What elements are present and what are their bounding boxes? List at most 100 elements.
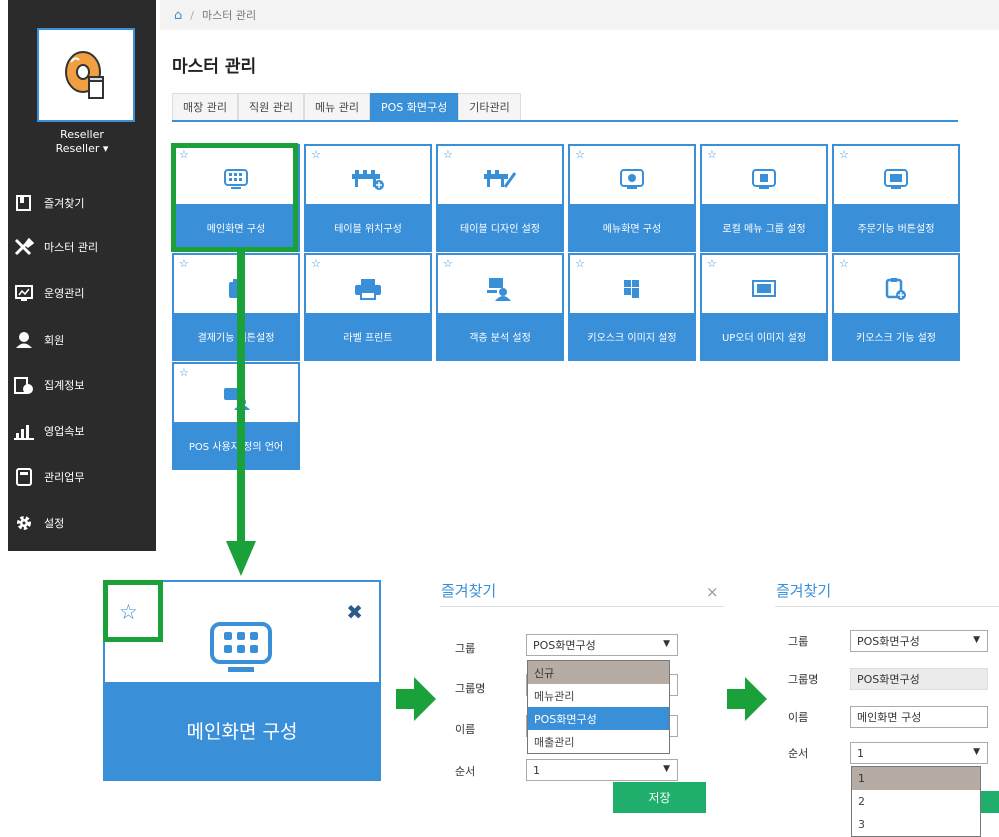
clipboard-pie-icon — [14, 375, 34, 395]
member-icon — [14, 330, 34, 350]
tile-kiosk-function[interactable]: ☆ 키오스크 기능 설정 — [832, 253, 960, 361]
tile-label: UP오더 이미지 설정 — [702, 313, 826, 359]
sidebar-item-label: 운영관리 — [44, 287, 85, 300]
tile-order-button[interactable]: ☆ 주문기능 버튼설정 — [832, 144, 960, 252]
order-button-icon — [834, 160, 958, 200]
sidebar-item-aggregate[interactable]: 집계정보 — [8, 370, 156, 400]
tab-store[interactable]: 매장 관리 — [172, 93, 238, 120]
user-role-dropdown[interactable]: Reseller ▾ — [8, 142, 156, 155]
order-select[interactable]: 1 ▼ — [526, 759, 678, 781]
tab-other[interactable]: 기타관리 — [458, 93, 521, 120]
order-select-value: 1 — [857, 746, 864, 760]
bookmark-icon — [14, 193, 34, 213]
sidebar-item-member[interactable]: 회원 — [8, 325, 156, 355]
save-button-partial[interactable] — [980, 791, 999, 813]
donut-cup-icon — [65, 51, 104, 99]
dropdown-option[interactable]: POS화면구성 — [528, 707, 669, 730]
user-name: Reseller — [60, 128, 104, 141]
tools-icon — [14, 237, 34, 257]
tile-label: 키오스크 이미지 설정 — [570, 313, 694, 359]
group-name-label: 그룹명 — [455, 682, 486, 695]
sidebar-item-label: 회원 — [44, 334, 65, 347]
group-dropdown-list: 신규 메뉴관리 POS화면구성 매출관리 — [527, 660, 670, 754]
tile-customer-analysis[interactable]: ☆ 객층 분석 설정 — [436, 253, 564, 361]
tab-pos-screen[interactable]: POS 화면구성 — [369, 93, 459, 120]
right-arrow-icon — [727, 677, 767, 721]
sidebar-item-settings[interactable]: 설정 — [8, 508, 156, 538]
chevron-down-icon: ▼ — [973, 635, 980, 645]
tile-up-order-image[interactable]: ☆ UP오더 이미지 설정 — [700, 253, 828, 361]
sidebar-item-operation[interactable]: 운영관리 — [8, 278, 156, 308]
close-icon[interactable]: × — [706, 583, 719, 601]
page-title: 마스터 관리 — [172, 57, 257, 77]
group-label: 그룹 — [455, 642, 476, 655]
sidebar-item-label: 설정 — [44, 517, 65, 530]
dialog-divider — [775, 606, 999, 607]
sidebar-item-favorites[interactable]: 즐겨찾기 — [8, 188, 156, 218]
dialog-divider — [440, 606, 724, 607]
group-select[interactable]: POS화면구성 ▼ — [850, 630, 988, 652]
group-name-value: POS화면구성 — [857, 673, 920, 686]
tile-kiosk-image[interactable]: ☆ 키오스크 이미지 설정 — [568, 253, 696, 361]
tile-label: 테이블 디자인 설정 — [438, 204, 562, 250]
sidebar-item-label: 영업속보 — [44, 425, 85, 438]
order-select-value: 1 — [533, 763, 540, 777]
name-label: 이름 — [455, 723, 476, 736]
table-design-icon — [438, 160, 562, 200]
group-name-label: 그룹명 — [788, 673, 819, 686]
sidebar-item-label: 마스터 관리 — [44, 241, 99, 254]
tile-label: 키오스크 기능 설정 — [834, 313, 958, 359]
breadcrumb: ⌂ / 마스터 관리 — [160, 0, 999, 30]
avatar[interactable] — [37, 28, 135, 122]
save-button[interactable]: 저장 — [613, 782, 706, 813]
tile-label-print[interactable]: ☆ 라벨 프린트 — [304, 253, 432, 361]
name-value: 메인화면 구성 — [857, 711, 922, 724]
up-order-image-icon — [702, 269, 826, 309]
dropdown-option[interactable]: 3 — [852, 813, 980, 836]
customer-analysis-icon — [438, 269, 562, 309]
monitor-chart-icon — [14, 283, 34, 303]
tile-label: 로컬 메뉴 그룹 설정 — [702, 204, 826, 250]
down-arrow-icon — [226, 251, 256, 576]
breadcrumb-separator: / — [190, 8, 194, 22]
right-arrow-icon — [396, 677, 436, 721]
tile-label: 라벨 프린트 — [306, 313, 430, 359]
tab-staff[interactable]: 직원 관리 — [237, 93, 304, 120]
remove-icon[interactable]: ✖ — [346, 600, 363, 624]
table-add-icon — [306, 160, 430, 200]
order-select[interactable]: 1 ▼ — [850, 742, 988, 764]
sidebar-item-label: 집계정보 — [44, 379, 85, 392]
dialog-title: 즐겨찾기 — [776, 582, 832, 600]
group-select-value: POS화면구성 — [857, 635, 920, 648]
highlight-box — [103, 580, 163, 642]
tile-label: 주문기능 버튼설정 — [834, 204, 958, 250]
name-field[interactable]: 메인화면 구성 — [850, 706, 988, 728]
tile-table-design[interactable]: ☆ 테이블 디자인 설정 — [436, 144, 564, 252]
bar-chart-icon — [14, 421, 34, 441]
tile-table-position[interactable]: ☆ 테이블 위치구성 — [304, 144, 432, 252]
tab-bar: 매장 관리 직원 관리 메뉴 관리 POS 화면구성 기타관리 — [172, 93, 958, 122]
dropdown-option[interactable]: 신규 — [528, 661, 669, 684]
order-label: 순서 — [455, 765, 476, 778]
dropdown-option[interactable]: 2 — [852, 790, 980, 813]
group-label: 그룹 — [788, 635, 809, 648]
sidebar-item-master[interactable]: 마스터 관리 — [8, 232, 156, 262]
sidebar-item-admin-work[interactable]: 관리업무 — [8, 462, 156, 492]
local-menu-icon — [702, 160, 826, 200]
tile-local-menu-group[interactable]: ☆ 로컬 메뉴 그룹 설정 — [700, 144, 828, 252]
group-name-field[interactable]: POS화면구성 — [850, 668, 988, 690]
home-icon[interactable]: ⌂ — [174, 8, 182, 23]
dialog-title: 즐겨찾기 — [441, 582, 497, 600]
chevron-down-icon: ▼ — [663, 639, 670, 649]
tile-menu-screen[interactable]: ☆ 메뉴화면 구성 — [568, 144, 696, 252]
group-select-value: POS화면구성 — [533, 639, 596, 652]
highlight-box — [171, 143, 298, 252]
dropdown-option[interactable]: 1 — [852, 767, 980, 790]
group-select[interactable]: POS화면구성 ▼ — [526, 634, 678, 656]
tile-label: 객층 분석 설정 — [438, 313, 562, 359]
notebook-icon — [14, 467, 34, 487]
tab-menu[interactable]: 메뉴 관리 — [303, 93, 370, 120]
dropdown-option[interactable]: 매출관리 — [528, 730, 669, 753]
dropdown-option[interactable]: 메뉴관리 — [528, 684, 669, 707]
sidebar-item-sales-news[interactable]: 영업속보 — [8, 416, 156, 446]
